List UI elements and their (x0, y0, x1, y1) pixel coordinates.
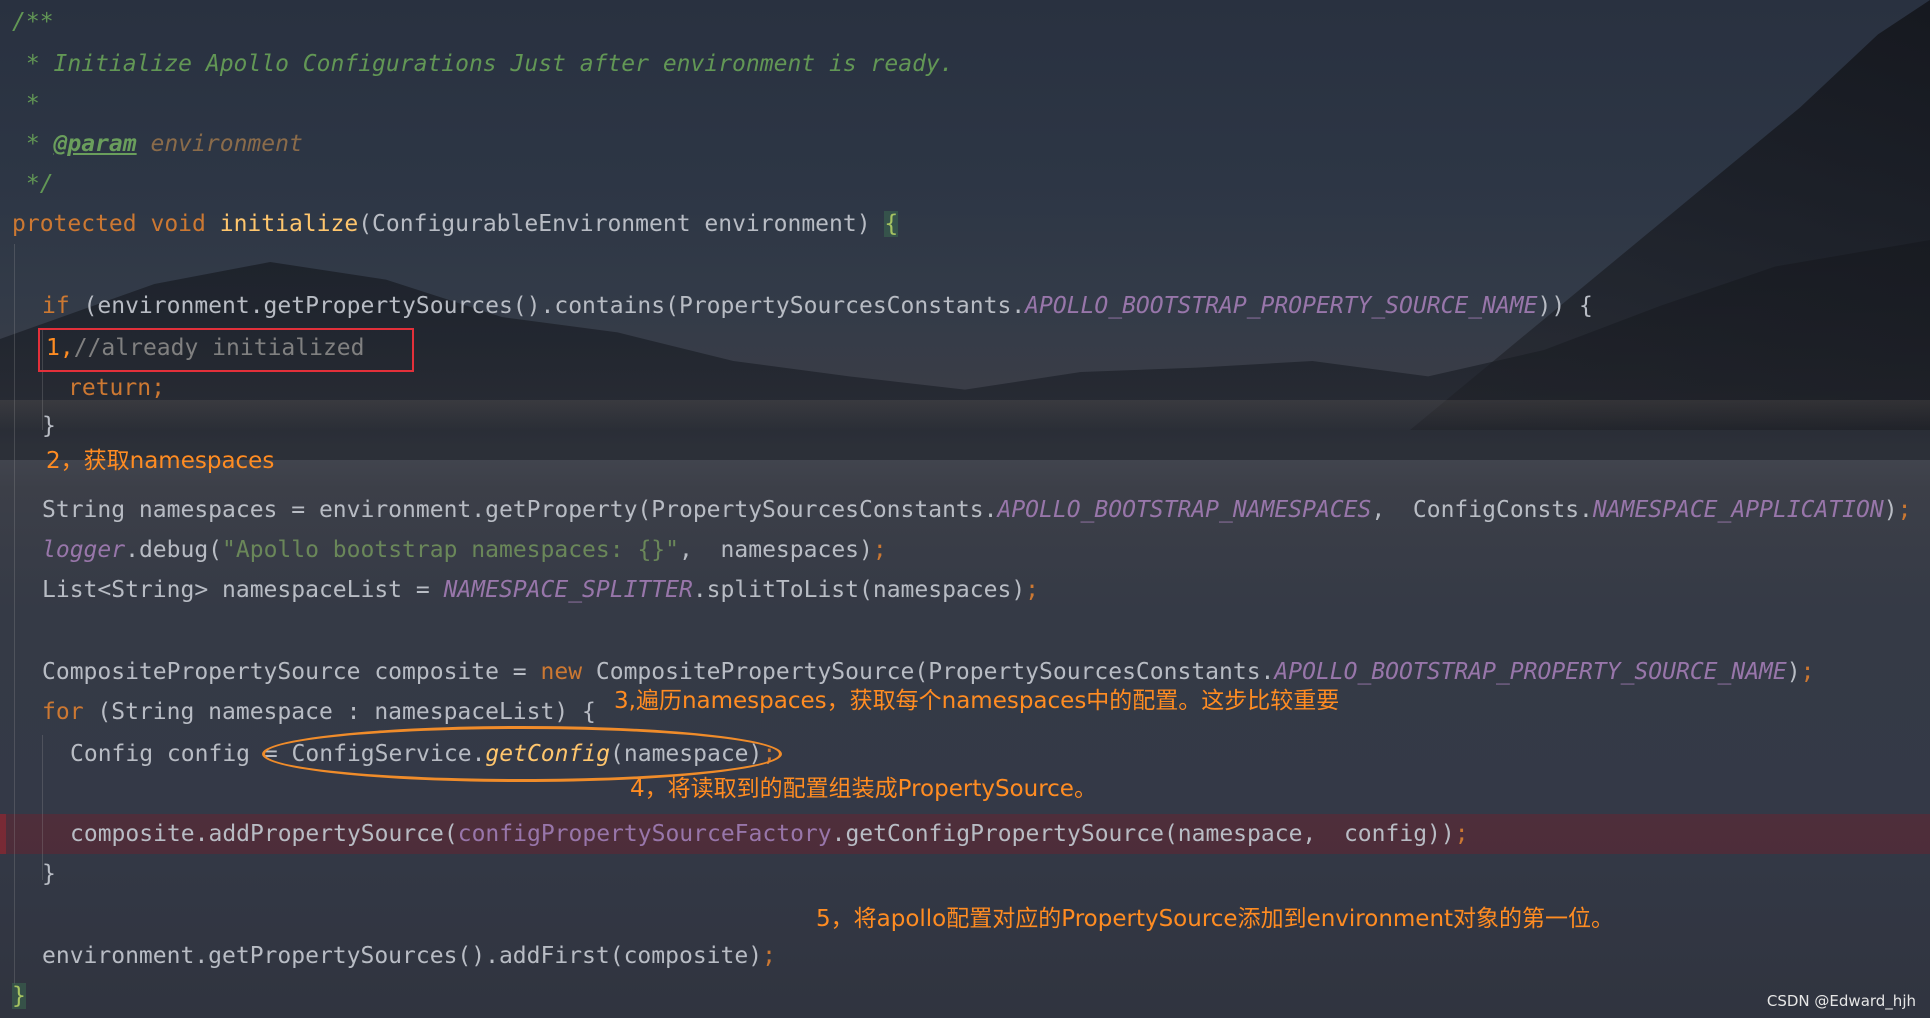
code-line-close: } (42, 413, 56, 439)
code-line-add-property-source: composite.addPropertySource(configProper… (70, 821, 1469, 847)
code-editor[interactable]: /** * Initialize Apollo Configurations J… (0, 0, 1930, 1018)
code-line-list: List<String> namespaceList = NAMESPACE_S… (42, 577, 1040, 603)
annotation-step-2: 2，获取namespaces (46, 448, 275, 474)
annotation-step-4: 4，将读取到的配置组装成PropertySource。 (630, 776, 1097, 802)
method-signature: protected void initialize(ConfigurableEn… (12, 211, 899, 237)
watermark: CSDN @Edward_hjh (1766, 992, 1916, 1010)
code-line: * Initialize Apollo Configurations Just … (12, 51, 954, 77)
code-line: * @param environment (12, 131, 303, 157)
code-line: */ (12, 171, 54, 197)
code-line-return: return; (68, 375, 165, 401)
code-line-if: if (environment.getPropertySources().con… (42, 293, 1593, 319)
code-line-add-first: environment.getPropertySources().addFirs… (42, 943, 776, 969)
code-line-namespaces: String namespaces = environment.getPrope… (42, 497, 1912, 523)
annotation-step-3: 3,遍历namespaces，获取每个namespaces中的配置。这步比较重要 (614, 688, 1340, 714)
code-line: /** (12, 9, 54, 35)
code-line-logger: logger.debug("Apollo bootstrap namespace… (42, 537, 887, 563)
code-line-close: } (42, 861, 56, 887)
code-line: * (12, 91, 40, 117)
annotation-redbox (38, 328, 414, 372)
annotation-step-5: 5，将apollo配置对应的PropertySource添加到environme… (816, 906, 1615, 932)
code-line-close-method: } (12, 983, 26, 1009)
